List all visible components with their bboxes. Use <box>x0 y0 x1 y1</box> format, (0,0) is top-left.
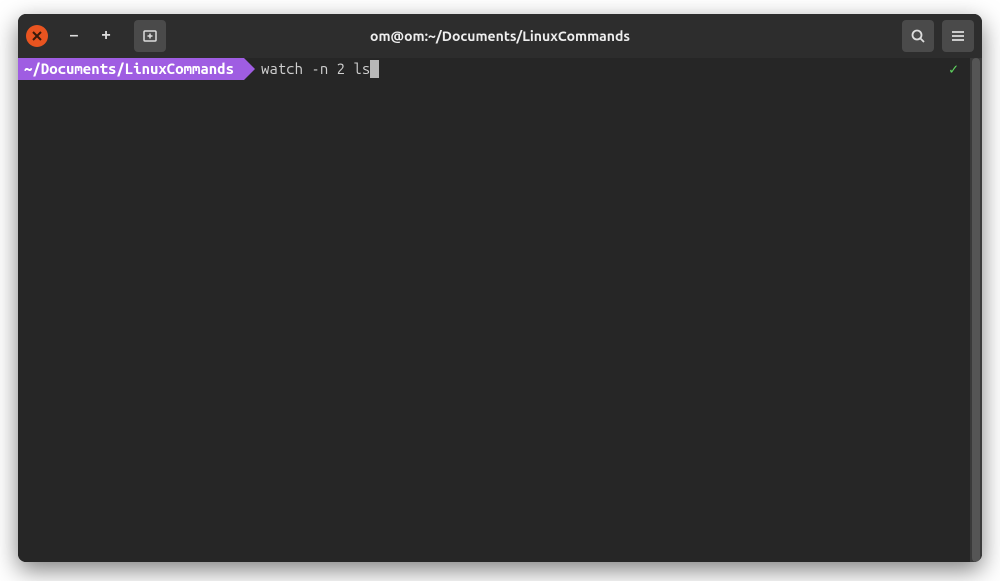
cursor-icon <box>370 60 379 78</box>
close-icon <box>32 31 42 41</box>
command-input[interactable]: watch -n 2 ls <box>255 58 370 80</box>
new-tab-button[interactable] <box>134 20 166 52</box>
terminal-window: – + om@om:~/Documents/LinuxCommands <box>18 14 982 562</box>
search-button[interactable] <box>902 20 934 52</box>
prompt-line: ~/Documents/LinuxCommands watch -n 2 ls <box>18 58 970 80</box>
maximize-icon: + <box>101 27 110 45</box>
scrollbar[interactable] <box>970 58 982 562</box>
minimize-button[interactable]: – <box>60 22 88 50</box>
terminal-body[interactable]: ~/Documents/LinuxCommands watch -n 2 ls … <box>18 58 982 562</box>
hamburger-icon <box>950 28 966 44</box>
search-icon <box>910 28 926 44</box>
titlebar: – + om@om:~/Documents/LinuxCommands <box>18 14 982 58</box>
status-ok-icon: ✓ <box>949 60 958 78</box>
maximize-button[interactable]: + <box>92 22 120 50</box>
new-tab-icon <box>142 28 158 44</box>
window-controls: – + <box>26 20 166 52</box>
prompt-path: ~/Documents/LinuxCommands <box>18 58 244 80</box>
prompt-separator-icon <box>244 58 255 80</box>
minimize-icon: – <box>70 27 79 45</box>
terminal-content[interactable]: ~/Documents/LinuxCommands watch -n 2 ls … <box>18 58 970 562</box>
titlebar-right <box>902 20 974 52</box>
close-button[interactable] <box>26 25 48 47</box>
scrollbar-thumb[interactable] <box>972 58 980 562</box>
menu-button[interactable] <box>942 20 974 52</box>
